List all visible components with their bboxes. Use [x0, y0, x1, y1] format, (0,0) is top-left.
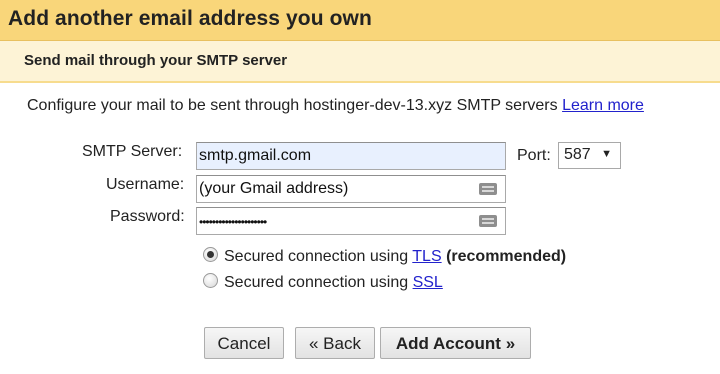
smtp-server-input[interactable]: smtp.gmail.com [196, 142, 506, 170]
description: Configure your mail to be sent through h… [27, 97, 644, 115]
section-title: Send mail through your SMTP server [24, 52, 288, 69]
ssl-radio[interactable] [203, 273, 218, 288]
cancel-button[interactable]: Cancel [204, 327, 284, 359]
username-input[interactable]: (your Gmail address) [196, 175, 506, 203]
dialog-title: Add another email address you own [8, 7, 372, 30]
dialog-header: Add another email address you own [0, 0, 720, 41]
ssl-option[interactable]: Secured connection using SSL [203, 273, 443, 292]
section-header: Send mail through your SMTP server [0, 41, 720, 83]
username-value: (your Gmail address) [199, 180, 349, 197]
back-button[interactable]: « Back [295, 327, 375, 359]
port-value: 587 [564, 146, 591, 163]
keyboard-icon[interactable] [479, 183, 497, 195]
tls-text: Secured connection using [224, 248, 409, 265]
smtp-server-label: SMTP Server: [82, 143, 183, 160]
password-value: ••••••••••••••••••••• [199, 215, 267, 229]
learn-more-link[interactable]: Learn more [562, 97, 644, 114]
tls-radio[interactable] [203, 247, 218, 262]
description-text: Configure your mail to be sent through h… [27, 97, 558, 114]
ssl-text: Secured connection using [224, 274, 409, 291]
smtp-server-value: smtp.gmail.com [199, 147, 312, 164]
tls-link[interactable]: TLS [412, 248, 441, 265]
password-label: Password: [110, 208, 185, 225]
chevron-down-icon: ▼ [601, 148, 612, 160]
port-label: Port: [517, 147, 551, 164]
keyboard-icon[interactable] [479, 215, 497, 227]
tls-recommended: (recommended) [446, 248, 567, 265]
username-label: Username: [106, 176, 185, 193]
add-account-button[interactable]: Add Account » [380, 327, 531, 359]
ssl-link[interactable]: SSL [413, 274, 443, 291]
password-input[interactable]: ••••••••••••••••••••• [196, 207, 506, 235]
port-select[interactable]: 587 ▼ [558, 142, 621, 169]
tls-option[interactable]: Secured connection using TLS (recommende… [203, 247, 566, 266]
